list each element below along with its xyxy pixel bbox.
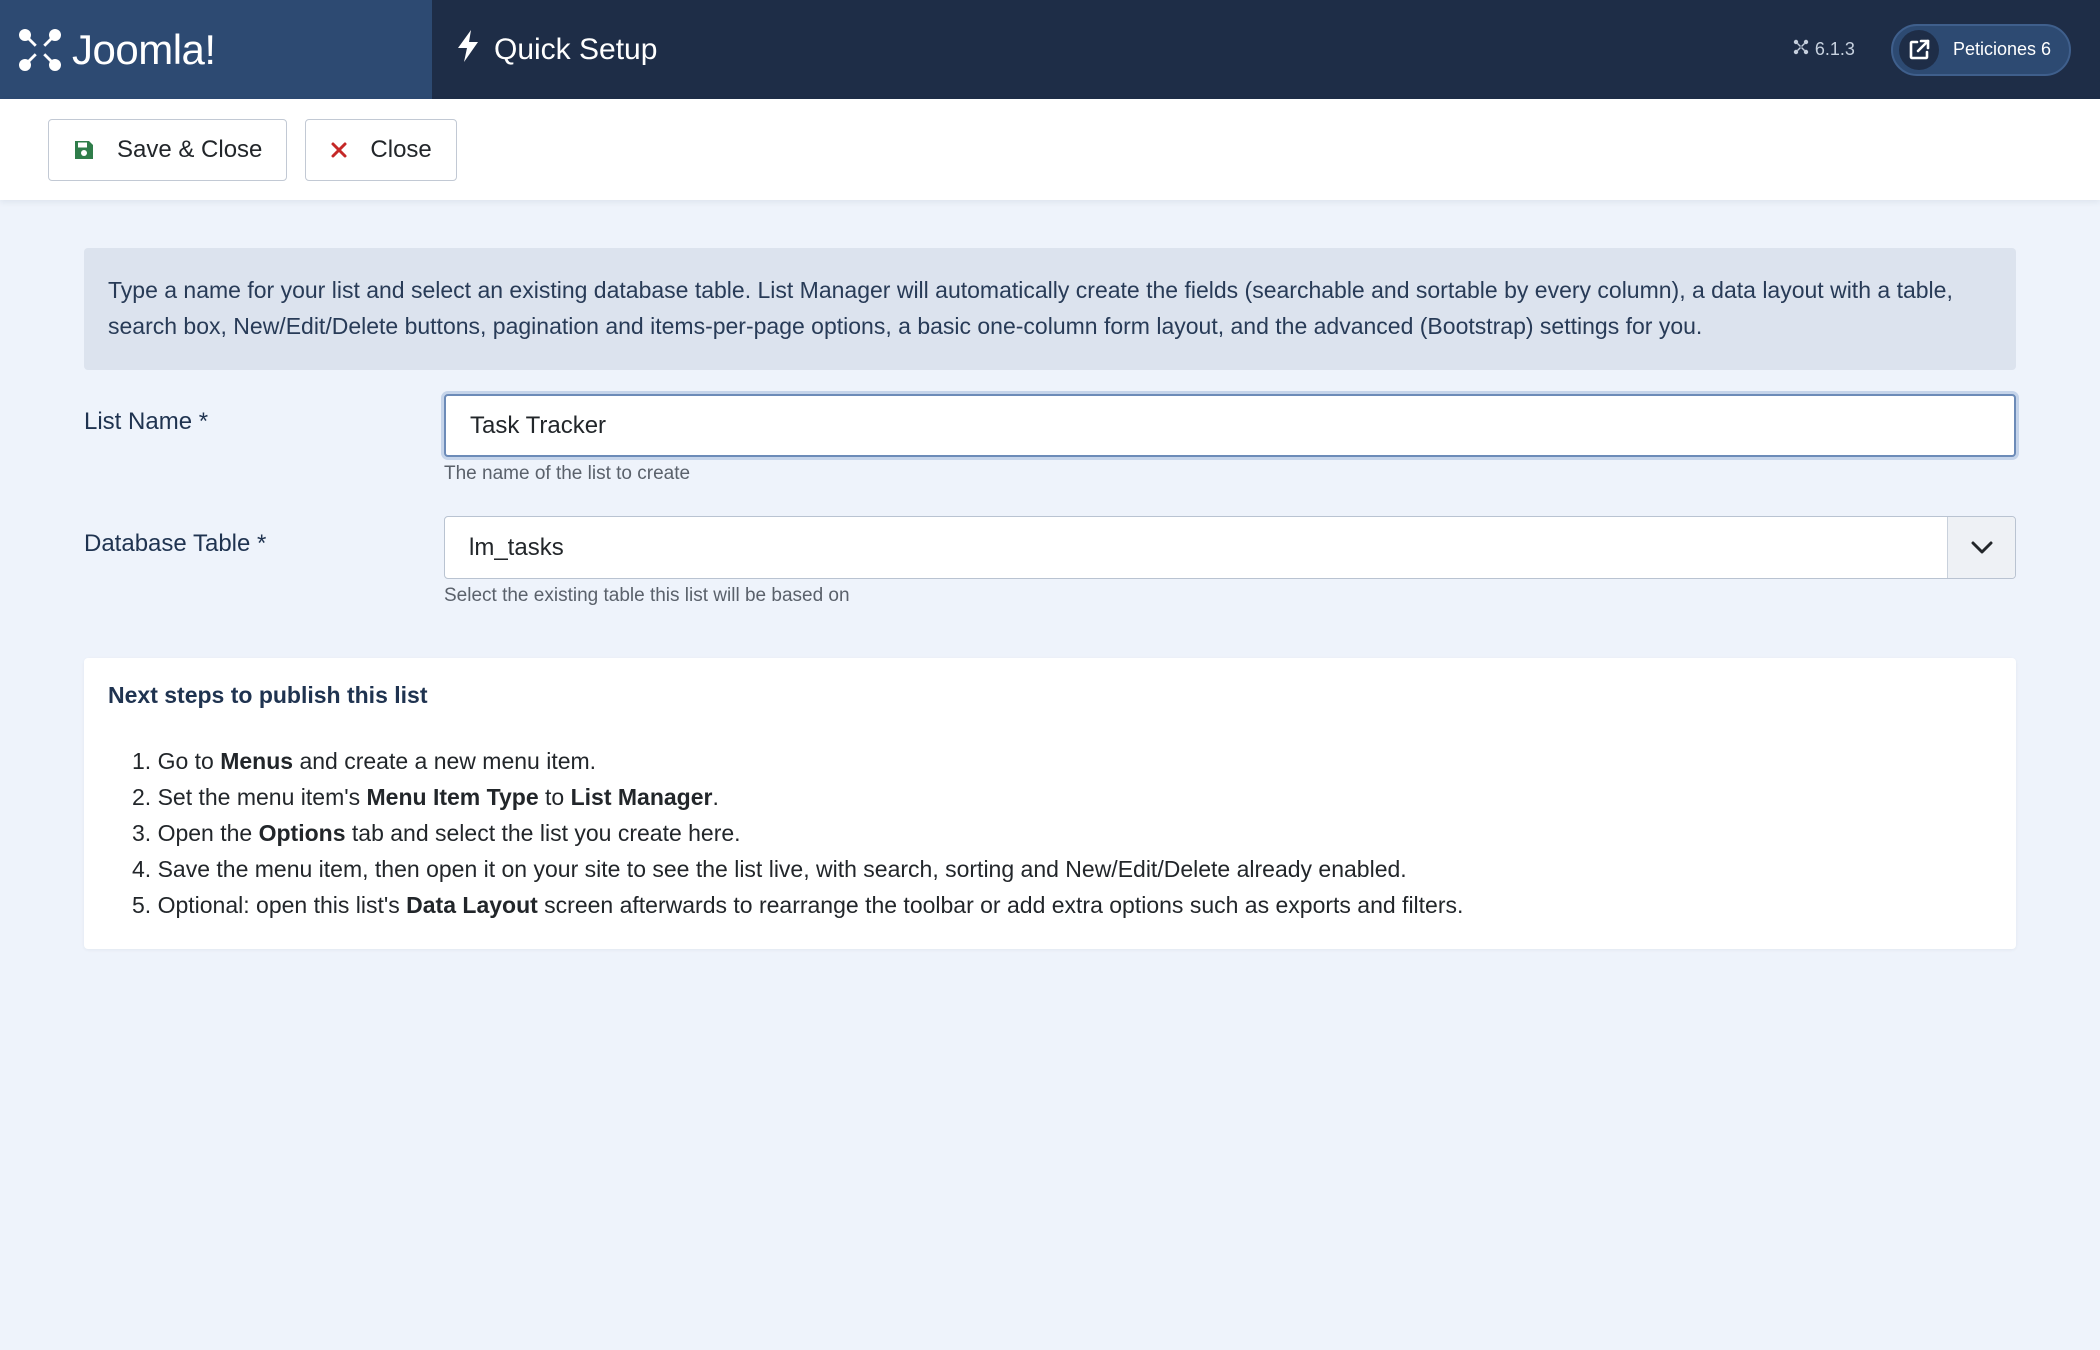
step-text: Go to: [157, 748, 221, 774]
save-close-label: Save & Close: [117, 135, 263, 163]
database-table-row: Database Table * lm_tasks Select the exi…: [84, 516, 2016, 638]
close-label: Close: [370, 135, 432, 163]
version-badge: 6.1.3: [1793, 39, 1855, 60]
list-name-input[interactable]: [444, 394, 2016, 457]
step-text: Set the menu item's: [157, 784, 367, 810]
step-emphasis: Menu Item Type: [366, 784, 539, 810]
version-text: 6.1.3: [1814, 39, 1855, 59]
save-close-button[interactable]: Save & Close: [48, 118, 288, 181]
next-steps-list: 1. Go to Menus and create a new menu ite…: [108, 743, 1992, 923]
step-item: 2. Set the menu item's Menu Item Type to…: [108, 779, 1992, 815]
database-table-label: Database Table *: [84, 530, 267, 557]
logo-text: Joomla!: [72, 25, 216, 73]
toolbar: Save & Close Close: [0, 99, 2100, 200]
step-text: screen afterwards to rearrange the toolb…: [537, 892, 1464, 918]
next-steps-card: Next steps to publish this list 1. Go to…: [84, 658, 2016, 949]
step-text: Open the: [157, 820, 259, 846]
database-table-value: lm_tasks: [469, 533, 564, 561]
logo[interactable]: Joomla!: [0, 0, 432, 99]
close-x-icon: [330, 141, 348, 159]
floppy-disk-icon: [73, 139, 95, 161]
step-emphasis: Data Layout: [406, 892, 538, 918]
step-item: 3. Open the Options tab and select the l…: [108, 815, 1992, 851]
step-text: Optional: open this list's: [157, 892, 407, 918]
external-link-icon: [1898, 29, 1939, 70]
lightning-bolt-icon: [456, 29, 494, 70]
step-number: 1.: [132, 748, 158, 774]
step-item: 5. Optional: open this list's Data Layou…: [108, 887, 1992, 923]
step-number: 4.: [132, 856, 158, 882]
page-title-text: Quick Setup: [494, 32, 658, 66]
header-bar: Joomla! Quick Setup 6.1.3 Peticiones 6: [0, 0, 2100, 99]
joomla-small-icon: [1793, 39, 1815, 60]
step-item: 1. Go to Menus and create a new menu ite…: [108, 743, 1992, 779]
list-name-label: List Name *: [84, 408, 209, 435]
step-text: tab and select the list you create here.: [345, 820, 741, 846]
list-name-help: The name of the list to create: [444, 463, 691, 484]
step-number: 3.: [132, 820, 158, 846]
step-emphasis: List Manager: [570, 784, 713, 810]
requests-label: Peticiones 6: [1952, 39, 2051, 59]
next-steps-title: Next steps to publish this list: [108, 682, 428, 708]
info-alert: Type a name for your list and select an …: [84, 248, 2016, 370]
info-text: Type a name for your list and select an …: [108, 277, 1953, 339]
requests-button[interactable]: Peticiones 6: [1890, 23, 2071, 76]
step-number: 2.: [132, 784, 158, 810]
step-text: .: [712, 784, 719, 810]
step-item: 4. Save the menu item, then open it on y…: [108, 851, 1992, 887]
chevron-down-icon[interactable]: [1947, 517, 2015, 578]
step-text: to: [538, 784, 571, 810]
list-name-row: List Name * The name of the list to crea…: [84, 394, 2016, 516]
database-table-select[interactable]: lm_tasks: [444, 516, 2016, 579]
close-button[interactable]: Close: [305, 118, 457, 181]
step-emphasis: Menus: [220, 748, 294, 774]
step-number: 5.: [132, 892, 158, 918]
page-title: Quick Setup: [456, 29, 658, 70]
main-content: Type a name for your list and select an …: [84, 248, 2016, 949]
step-text: and create a new menu item.: [293, 748, 597, 774]
joomla-logo-icon: [16, 26, 64, 74]
database-table-help: Select the existing table this list will…: [444, 585, 850, 606]
step-emphasis: Options: [258, 820, 346, 846]
step-text: Save the menu item, then open it on your…: [157, 856, 1407, 882]
